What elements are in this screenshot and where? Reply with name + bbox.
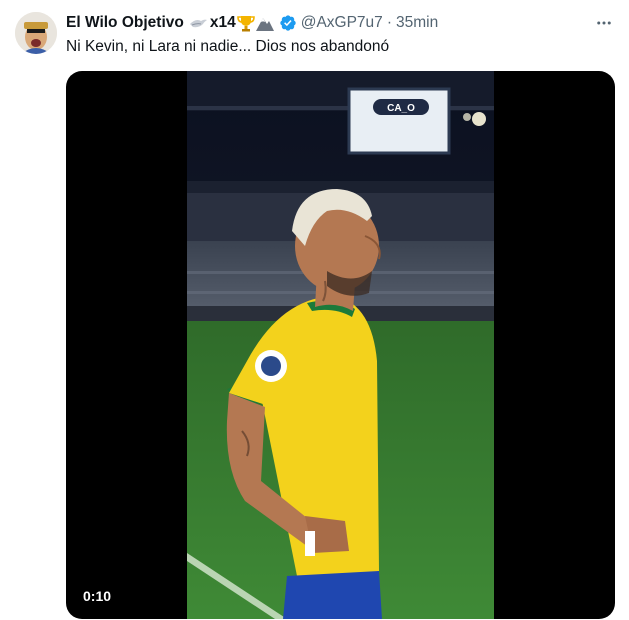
name-emojis: x14	[188, 14, 275, 32]
scoreboard-text: CA_O	[387, 103, 415, 114]
avatar[interactable]	[15, 12, 57, 54]
timestamp[interactable]: 35min	[396, 14, 438, 32]
video-thumbnail: CA_O	[187, 71, 494, 619]
video-frame[interactable]: CA_O	[187, 71, 494, 619]
verified-badge-icon	[279, 14, 297, 32]
trophy-emoji-icon	[236, 16, 255, 32]
display-name[interactable]: El Wilo Objetivo	[66, 14, 184, 32]
badge-count: x14	[209, 14, 236, 31]
tweet-card[interactable]: El Wilo Objetivo x14 @AxGP7u7 · 35min Ni…	[0, 0, 629, 620]
avatar-image	[15, 12, 57, 54]
separator-dot: ·	[386, 14, 392, 31]
user-handle[interactable]: @AxGP7u7	[301, 14, 383, 32]
mountain-emoji-icon	[255, 18, 274, 31]
video-player[interactable]: CA_O 0:10	[66, 71, 615, 619]
tweet-header: El Wilo Objetivo x14 @AxGP7u7 · 35min	[66, 12, 438, 34]
more-options-button[interactable]	[593, 12, 615, 34]
video-duration: 0:10	[74, 585, 121, 607]
bird-emoji-icon	[189, 19, 207, 28]
tweet-text: Ni Kevin, ni Lara ni nadie... Dios nos a…	[66, 38, 390, 55]
more-options-icon	[597, 21, 611, 25]
